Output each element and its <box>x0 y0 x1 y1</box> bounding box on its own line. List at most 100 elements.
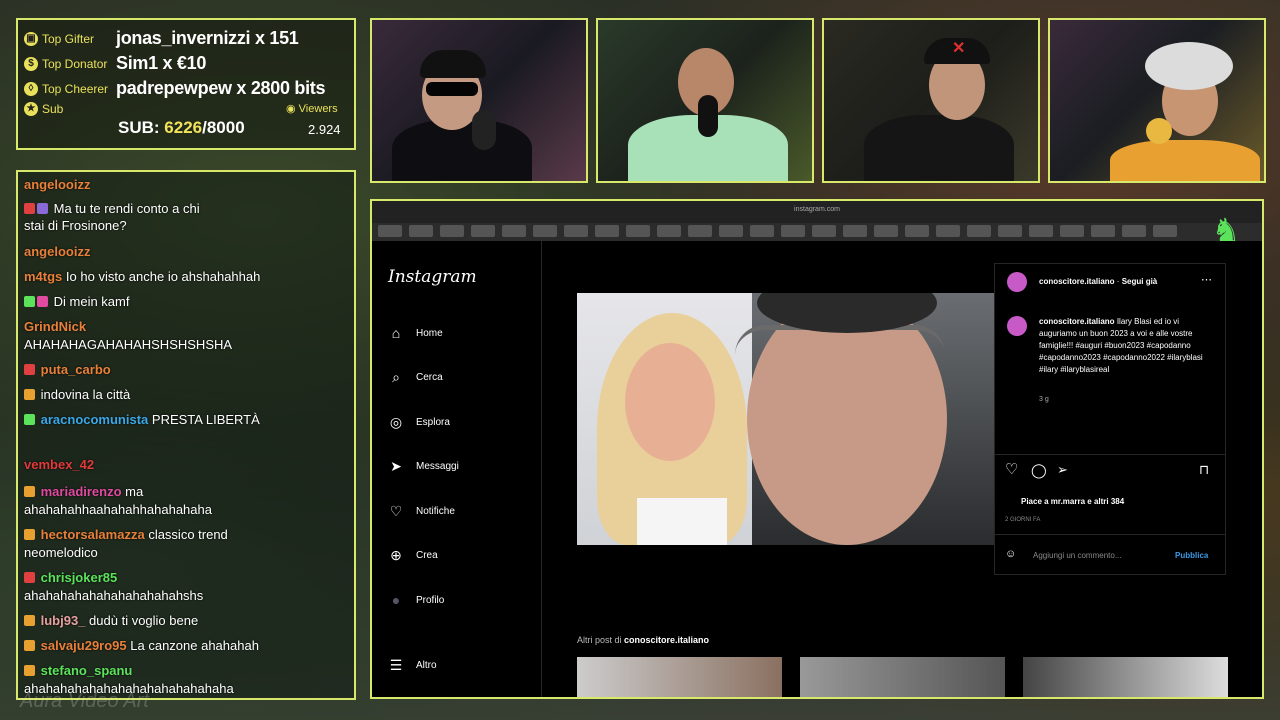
webcam-2 <box>596 18 814 183</box>
bits-icon: ◊ <box>24 81 38 96</box>
badge-icon <box>24 665 35 676</box>
nav-search[interactable]: ⌕ Cerca <box>388 369 443 385</box>
share-icon[interactable]: ➢ <box>1057 463 1068 476</box>
comment-icon[interactable]: ◯ <box>1031 463 1047 477</box>
follow-status[interactable]: Segui già <box>1122 277 1158 286</box>
comment-input[interactable]: Aggiungi un commento... <box>1033 550 1122 562</box>
instagram-logo[interactable]: Instagram <box>388 267 477 287</box>
badge-icon <box>37 296 48 307</box>
top-cheerer-value: padrepewpew x 2800 bits <box>116 78 326 98</box>
chat-message: GrindNick <box>24 319 87 334</box>
browser-tab-bar[interactable]: instagram.com <box>372 201 1262 223</box>
post-author[interactable]: conoscitore.italiano <box>1039 277 1115 286</box>
post-date: 2 GIORNI FA <box>1005 517 1041 523</box>
bookmark[interactable] <box>936 225 960 237</box>
sub-label: Sub <box>42 102 64 116</box>
badge-icon <box>24 203 35 214</box>
bookmark[interactable] <box>874 225 898 237</box>
bookmark-icon[interactable]: ⊓ <box>1199 463 1209 476</box>
wig <box>1145 42 1233 90</box>
webcam-4 <box>1048 18 1266 183</box>
nav-notifications[interactable]: ♡ Notifiche <box>388 503 455 519</box>
webcam-3: ✕ <box>822 18 1040 183</box>
bookmark[interactable] <box>1060 225 1084 237</box>
url-bar[interactable]: instagram.com <box>732 206 902 218</box>
more-posts-label: Altri post di conoscitore.italiano <box>577 635 710 645</box>
badge-icon <box>24 615 35 626</box>
watermark: Aura Video Art <box>20 690 149 712</box>
author-avatar[interactable] <box>1007 316 1027 336</box>
bookmark[interactable] <box>440 225 464 237</box>
bookmark[interactable] <box>781 225 805 237</box>
more-options-icon[interactable]: ⋯ <box>1201 274 1212 286</box>
emoji-icon[interactable]: ☺ <box>1005 548 1016 560</box>
chat-message: angelooizz <box>24 244 91 259</box>
bookmark[interactable] <box>471 225 495 237</box>
nav-explore[interactable]: ◎ Esplora <box>388 414 450 430</box>
bookmark[interactable] <box>595 225 619 237</box>
gift-icon: ▣ <box>24 31 38 46</box>
bookmark[interactable] <box>688 225 712 237</box>
post-image[interactable] <box>577 293 995 545</box>
chat-message: stai di Frosinone? <box>24 218 127 233</box>
compass-icon: ◎ <box>389 413 403 430</box>
top-cheerer-row: ◊ Top Cheerer padrepewpew x 2800 bits <box>24 78 326 99</box>
bookmark[interactable] <box>626 225 650 237</box>
sub-current: 6226 <box>164 118 203 137</box>
nav-profile[interactable]: ● Profilo <box>388 592 445 608</box>
bookmark[interactable] <box>502 225 526 237</box>
chat-message: puta_carbo <box>24 361 350 378</box>
dollar-icon: $ <box>24 56 38 71</box>
badge-icon <box>24 296 35 307</box>
bookmark[interactable] <box>533 225 557 237</box>
badge-icon <box>24 414 35 425</box>
bookmark[interactable] <box>812 225 836 237</box>
badge-icon <box>24 364 35 375</box>
post-details-panel: conoscitore.italiano · Segui già ⋯ conos… <box>994 263 1226 575</box>
bookmark[interactable] <box>905 225 929 237</box>
post-age: 3 g <box>1039 396 1049 403</box>
heart-icon: ♡ <box>389 502 403 519</box>
chat-message: Di mein kamf <box>24 293 350 310</box>
bookmark[interactable] <box>564 225 588 237</box>
sub-target: /8000 <box>202 118 245 137</box>
badge-icon <box>24 486 35 497</box>
chat-message: neomelodico <box>24 545 98 560</box>
bookmark[interactable] <box>1091 225 1115 237</box>
top-donator-label: Top Donator <box>42 56 108 71</box>
post-thumbnail[interactable] <box>1023 657 1228 697</box>
nav-messages[interactable]: ➤ Messaggi <box>388 458 459 474</box>
bookmark[interactable] <box>719 225 743 237</box>
bookmark[interactable] <box>657 225 681 237</box>
viewers-count: 2.924 <box>308 122 341 137</box>
bookmark[interactable] <box>967 225 991 237</box>
top-donator-value: Sim1 x €10 <box>116 53 207 73</box>
search-icon: ⌕ <box>392 368 400 385</box>
chat-message: stefano_spanu <box>24 662 350 679</box>
chat-message: hectorsalamazza classico trend <box>24 526 350 543</box>
bookmark[interactable] <box>750 225 774 237</box>
post-thumbnail[interactable] <box>800 657 1005 697</box>
chat-message: lubj93_ dudù ti voglio bene <box>24 612 350 629</box>
chat-panel: angelooizz Ma tu te rendi conto a chi st… <box>16 170 356 700</box>
bookmark[interactable] <box>409 225 433 237</box>
like-icon[interactable]: ♡ <box>1005 462 1018 477</box>
bookmark[interactable] <box>1122 225 1146 237</box>
bookmark[interactable] <box>998 225 1022 237</box>
bookmark[interactable] <box>1153 225 1177 237</box>
chat-message: AHAHAHAGAHAHAHSHSHSHSHA <box>24 337 233 352</box>
top-donator-row: $ Top Donator Sim1 x €10 <box>24 53 206 74</box>
nav-create[interactable]: ⊕ Crea <box>388 547 438 563</box>
bookmark[interactable] <box>378 225 402 237</box>
browser-window: instagram.com Instagram ⌂ Home ⌕ Cerca ◎ Es… <box>370 199 1264 699</box>
nav-more[interactable]: ☰ Altro <box>388 657 437 673</box>
chat-message: aracnocomunista PRESTA LIBERTÀ <box>24 411 350 428</box>
bookmark[interactable] <box>1029 225 1053 237</box>
likes-text[interactable]: Piace a mr.marra e altri 384 <box>1021 496 1124 508</box>
author-avatar[interactable] <box>1007 272 1027 292</box>
nav-home[interactable]: ⌂ Home <box>388 325 443 341</box>
publish-button[interactable]: Pubblica <box>1175 550 1208 562</box>
instagram-sidebar: Instagram ⌂ Home ⌕ Cerca ◎ Esplora ➤ Messagg… <box>372 241 542 697</box>
bookmark[interactable] <box>843 225 867 237</box>
post-thumbnail[interactable] <box>577 657 782 697</box>
